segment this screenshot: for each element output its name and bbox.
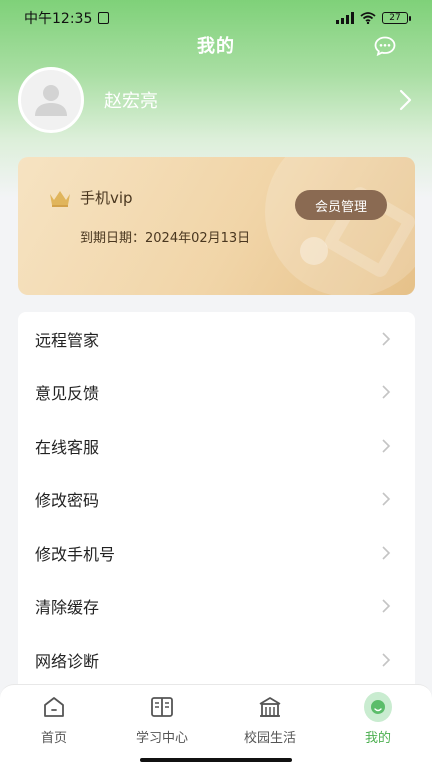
- vip-card: 手机vip 到期日期：2024年02月13日 会员管理: [18, 157, 415, 295]
- profile-row[interactable]: 赵宏亮: [18, 66, 414, 134]
- crown-icon: [50, 190, 70, 207]
- smile-icon: [374, 708, 382, 712]
- avatar-person-icon: [35, 85, 67, 116]
- profile-icon: [364, 692, 392, 722]
- vip-title-row: 手机vip: [48, 187, 133, 208]
- tab-label: 学习中心: [135, 731, 188, 746]
- menu-item-label: 远程管家: [35, 330, 100, 350]
- tab-learning-center[interactable]: 学习中心: [108, 693, 216, 768]
- menu-item-online-service[interactable]: 在线客服: [18, 419, 415, 473]
- member-management-button[interactable]: 会员管理: [295, 190, 387, 220]
- tab-label: 校园生活: [243, 731, 296, 746]
- chevron-right-icon: [382, 439, 391, 453]
- vip-title: 手机vip: [80, 189, 133, 207]
- profile-icon-bg: [364, 692, 392, 722]
- menu-item-label: 网络诊断: [35, 651, 100, 671]
- chevron-right-icon: [382, 332, 391, 346]
- menu-item-network-diagnosis[interactable]: 网络诊断: [18, 633, 415, 687]
- menu-item-label: 修改手机号: [35, 544, 116, 564]
- menu-item-remote-manager[interactable]: 远程管家: [18, 312, 415, 366]
- menu-item-clear-cache[interactable]: 清除缓存: [18, 580, 415, 634]
- settings-menu: 远程管家 意见反馈 在线客服 修改密码 修改手机号 清除缓存 网络诊断: [18, 312, 415, 702]
- chevron-right-icon: [382, 599, 391, 613]
- menu-item-label: 修改密码: [35, 491, 100, 511]
- menu-item-change-password[interactable]: 修改密码: [18, 473, 415, 527]
- status-right: 27: [336, 12, 411, 24]
- battery-icon: 27: [382, 12, 411, 24]
- menu-item-feedback[interactable]: 意见反馈: [18, 366, 415, 420]
- status-time: 中午12:35: [24, 11, 93, 27]
- status-left: 中午12:35: [24, 8, 110, 28]
- building-icon: [256, 693, 284, 721]
- tab-label: 我的: [364, 731, 391, 746]
- menu-item-change-phone[interactable]: 修改手机号: [18, 526, 415, 580]
- tab-mine[interactable]: 我的: [324, 692, 432, 768]
- title-bar: 我的: [0, 30, 432, 60]
- home-indicator: [140, 758, 292, 762]
- chevron-right-icon: [382, 653, 391, 667]
- smile-dot: [371, 700, 385, 714]
- tab-label: 首页: [40, 731, 67, 746]
- tab-campus-life[interactable]: 校园生活: [216, 693, 324, 768]
- chevron-right-icon: [382, 546, 391, 560]
- home-icon: [40, 693, 68, 721]
- book-icon: [148, 693, 176, 721]
- chevron-right-icon: [382, 492, 391, 506]
- chevron-right-icon[interactable]: [396, 88, 414, 112]
- page-title: 我的: [197, 36, 235, 57]
- menu-item-label: 意见反馈: [35, 384, 100, 404]
- chevron-right-icon: [382, 385, 391, 399]
- menu-item-label: 在线客服: [35, 437, 100, 457]
- message-icon[interactable]: [374, 36, 396, 56]
- wifi-icon: [360, 12, 376, 24]
- bottom-tab-bar: 首页 学习中心 校园生活 我的: [0, 684, 432, 768]
- vip-expiry-date: 到期日期：2024年02月13日: [80, 231, 251, 246]
- username: 赵宏亮: [104, 91, 158, 112]
- avatar[interactable]: [18, 67, 84, 133]
- nfc-icon: [98, 12, 110, 24]
- tab-home[interactable]: 首页: [0, 693, 108, 768]
- menu-item-label: 清除缓存: [35, 598, 100, 618]
- vip-decoration: [300, 237, 328, 265]
- signal-icon: [336, 12, 354, 24]
